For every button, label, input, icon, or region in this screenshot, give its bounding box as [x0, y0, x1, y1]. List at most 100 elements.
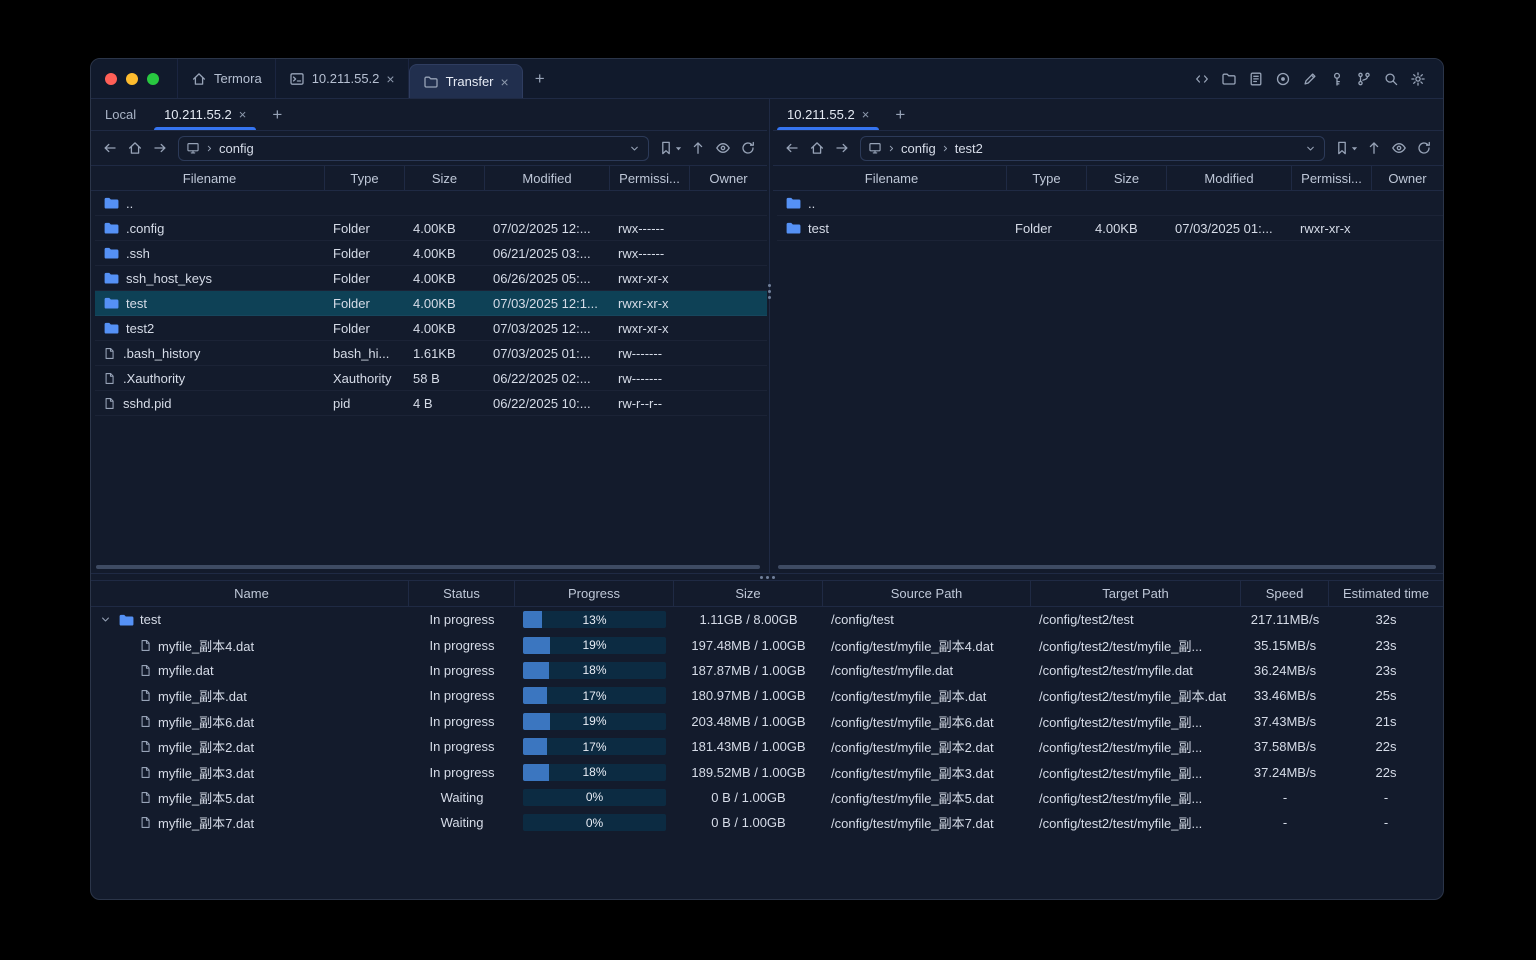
minimize-window-button[interactable]: [126, 72, 138, 85]
file-row-xauthority[interactable]: .Xauthority Xauthority 58 B 06/22/2025 02:.…: [95, 366, 767, 391]
file-row-0[interactable]: ..: [777, 191, 1443, 216]
file-row-ssh-host-keys[interactable]: ssh_host_keys Folder 4.00KB 06/26/2025 05:.…: [95, 266, 767, 291]
titlebar-action-search-button[interactable]: [1380, 67, 1402, 91]
arrow-right-icon: [834, 140, 850, 156]
home-button[interactable]: [123, 136, 147, 160]
titlebar-action-journal-button[interactable]: [1245, 67, 1267, 91]
transfer-row-myfile-2-dat[interactable]: myfile_副本2.dat In progress 17% 181.43MB / 1…: [95, 734, 1443, 759]
transfer-row-myfile-6-dat[interactable]: myfile_副本6.dat In progress 19% 203.48MB / 1…: [95, 709, 1443, 734]
transfer-column-name[interactable]: Name: [95, 581, 409, 606]
horizontal-scrollbar[interactable]: [96, 565, 760, 569]
column-header-modified[interactable]: Modified: [485, 166, 610, 190]
transfer-row-myfile-dat[interactable]: myfile_副本.dat In progress 17% 180.97MB / 1.…: [95, 683, 1443, 708]
titlebar-action-edit-button[interactable]: [1299, 67, 1321, 91]
file-row-0[interactable]: ..: [95, 191, 767, 216]
breadcrumb-segment[interactable]: test2: [955, 141, 983, 156]
close-tab-icon[interactable]: ×: [239, 108, 247, 121]
path-bar[interactable]: config test2: [860, 135, 1325, 161]
column-header-owner[interactable]: Owner: [1372, 166, 1443, 190]
parent-directory-button[interactable]: [686, 136, 710, 160]
titlebar-action-settings-button[interactable]: [1407, 67, 1429, 91]
path-dropdown-chevron-icon[interactable]: [628, 142, 641, 155]
transfer-row-myfile-7-dat[interactable]: myfile_副本7.dat Waiting 0% 0 B / 1.00GB/conf…: [95, 810, 1443, 835]
close-window-button[interactable]: [105, 72, 117, 85]
transfer-panel-splitter[interactable]: [91, 573, 1443, 581]
bookmark-button[interactable]: [655, 136, 685, 160]
forward-button[interactable]: [148, 136, 172, 160]
file-tab-10-211-55-2[interactable]: 10.211.55.2 ×: [773, 99, 883, 130]
file-list: .. test Folder 4.00KB 07/03/2025 01:... rwxr-…: [773, 191, 1443, 573]
transfer-column-source-path[interactable]: Source Path: [823, 581, 1031, 606]
file-row-bash-history[interactable]: .bash_history bash_hi... 1.61KB 07/03/2025 …: [95, 341, 767, 366]
path-bar[interactable]: config: [178, 135, 649, 161]
column-header-owner[interactable]: Owner: [690, 166, 767, 190]
titlebar-action-code-button[interactable]: [1191, 67, 1213, 91]
file-row-test2[interactable]: test2 Folder 4.00KB 07/03/2025 12:... rwxr-x…: [95, 316, 767, 341]
transfer-row-myfile-3-dat[interactable]: myfile_副本3.dat In progress 18% 189.52MB / 1…: [95, 759, 1443, 784]
column-header-size[interactable]: Size: [405, 166, 485, 190]
column-header-size[interactable]: Size: [1087, 166, 1167, 190]
transfer-progress-cell: 19%: [515, 632, 674, 657]
file-row-test[interactable]: test Folder 4.00KB 07/03/2025 01:... rwxr-xr…: [777, 216, 1443, 241]
titlebar-tab-termora[interactable]: Termora: [177, 59, 276, 98]
forward-button[interactable]: [830, 136, 854, 160]
transfer-row-myfile-dat[interactable]: myfile.dat In progress 18% 187.87MB / 1.00G…: [95, 658, 1443, 683]
titlebar-action-folder-outline-button[interactable]: [1218, 67, 1240, 91]
path-dropdown-chevron-icon[interactable]: [1304, 142, 1317, 155]
transfer-row-myfile-5-dat[interactable]: myfile_副本5.dat Waiting 0% 0 B / 1.00GB/conf…: [95, 785, 1443, 810]
transfer-column-estimated-time[interactable]: Estimated time: [1329, 581, 1443, 606]
refresh-button[interactable]: [1412, 136, 1436, 160]
close-tab-icon[interactable]: ×: [386, 72, 394, 86]
new-file-tab-button[interactable]: +: [887, 103, 913, 127]
file-row-test[interactable]: test Folder 4.00KB 07/03/2025 12:1... rwxr-x…: [95, 291, 767, 316]
transfer-name: myfile.dat: [158, 662, 214, 678]
transfer-column-progress[interactable]: Progress: [515, 581, 674, 606]
titlebar-action-branch-button[interactable]: [1353, 67, 1375, 91]
show-hidden-files-button[interactable]: [711, 136, 735, 160]
transfer-column-size[interactable]: Size: [674, 581, 823, 606]
new-file-tab-button[interactable]: +: [264, 103, 290, 127]
expand-chevron-icon[interactable]: [99, 613, 112, 626]
breadcrumb-segment[interactable]: config: [219, 141, 254, 156]
horizontal-scrollbar[interactable]: [778, 565, 1436, 569]
transfer-progress-cell: 19%: [515, 709, 674, 734]
breadcrumb-segment[interactable]: config: [901, 141, 936, 156]
titlebar-action-key-button[interactable]: [1326, 67, 1348, 91]
refresh-button[interactable]: [736, 136, 760, 160]
close-tab-icon[interactable]: ×: [862, 108, 870, 121]
fullscreen-window-button[interactable]: [147, 72, 159, 85]
titlebar-tab-10-211-55-2[interactable]: 10.211.55.2 ×: [276, 59, 409, 98]
file-perm: rw-r--r--: [618, 395, 663, 411]
bookmark-button[interactable]: [1331, 136, 1361, 160]
file-row-ssh[interactable]: .ssh Folder 4.00KB 06/21/2025 03:... rwx----…: [95, 241, 767, 266]
new-terminal-tab-button[interactable]: +: [527, 67, 553, 91]
transfer-row-myfile-4-dat[interactable]: myfile_副本4.dat In progress 19% 197.48MB / 1…: [95, 632, 1443, 657]
close-tab-icon[interactable]: ×: [501, 75, 509, 89]
column-header-type[interactable]: Type: [1007, 166, 1087, 190]
back-button[interactable]: [98, 136, 122, 160]
titlebar-tab-transfer[interactable]: Transfer ×: [408, 64, 523, 98]
transfer-column-speed[interactable]: Speed: [1241, 581, 1329, 606]
transfer-speed: -: [1282, 815, 1288, 831]
column-header-filename[interactable]: Filename: [95, 166, 325, 190]
back-button[interactable]: [780, 136, 804, 160]
transfer-column-target-path[interactable]: Target Path: [1031, 581, 1241, 606]
titlebar-action-record-button[interactable]: [1272, 67, 1294, 91]
column-header-type[interactable]: Type: [325, 166, 405, 190]
transfer-column-status[interactable]: Status: [409, 581, 515, 606]
column-header-modified[interactable]: Modified: [1167, 166, 1292, 190]
show-hidden-files-button[interactable]: [1387, 136, 1411, 160]
file-row-config[interactable]: .config Folder 4.00KB 07/02/2025 12:... rwx-…: [95, 216, 767, 241]
file-row-sshd-pid[interactable]: sshd.pid pid 4 B 06/22/2025 10:... rw-r--r--: [95, 391, 767, 416]
file-owner: [690, 291, 767, 315]
transfer-row-test[interactable]: test In progress 13% 1.11GB / 8.00GB/config…: [95, 607, 1443, 632]
transfer-name-cell: test: [95, 607, 409, 632]
file-tab-local[interactable]: Local: [91, 99, 150, 130]
column-header-filename[interactable]: Filename: [777, 166, 1007, 190]
column-header-permissi[interactable]: Permissi...: [610, 166, 690, 190]
parent-directory-button[interactable]: [1362, 136, 1386, 160]
home-button[interactable]: [805, 136, 829, 160]
column-header-permissi[interactable]: Permissi...: [1292, 166, 1372, 190]
transfer-speed: 35.15MB/s: [1253, 637, 1317, 653]
file-tab-10-211-55-2[interactable]: 10.211.55.2 ×: [150, 99, 260, 130]
